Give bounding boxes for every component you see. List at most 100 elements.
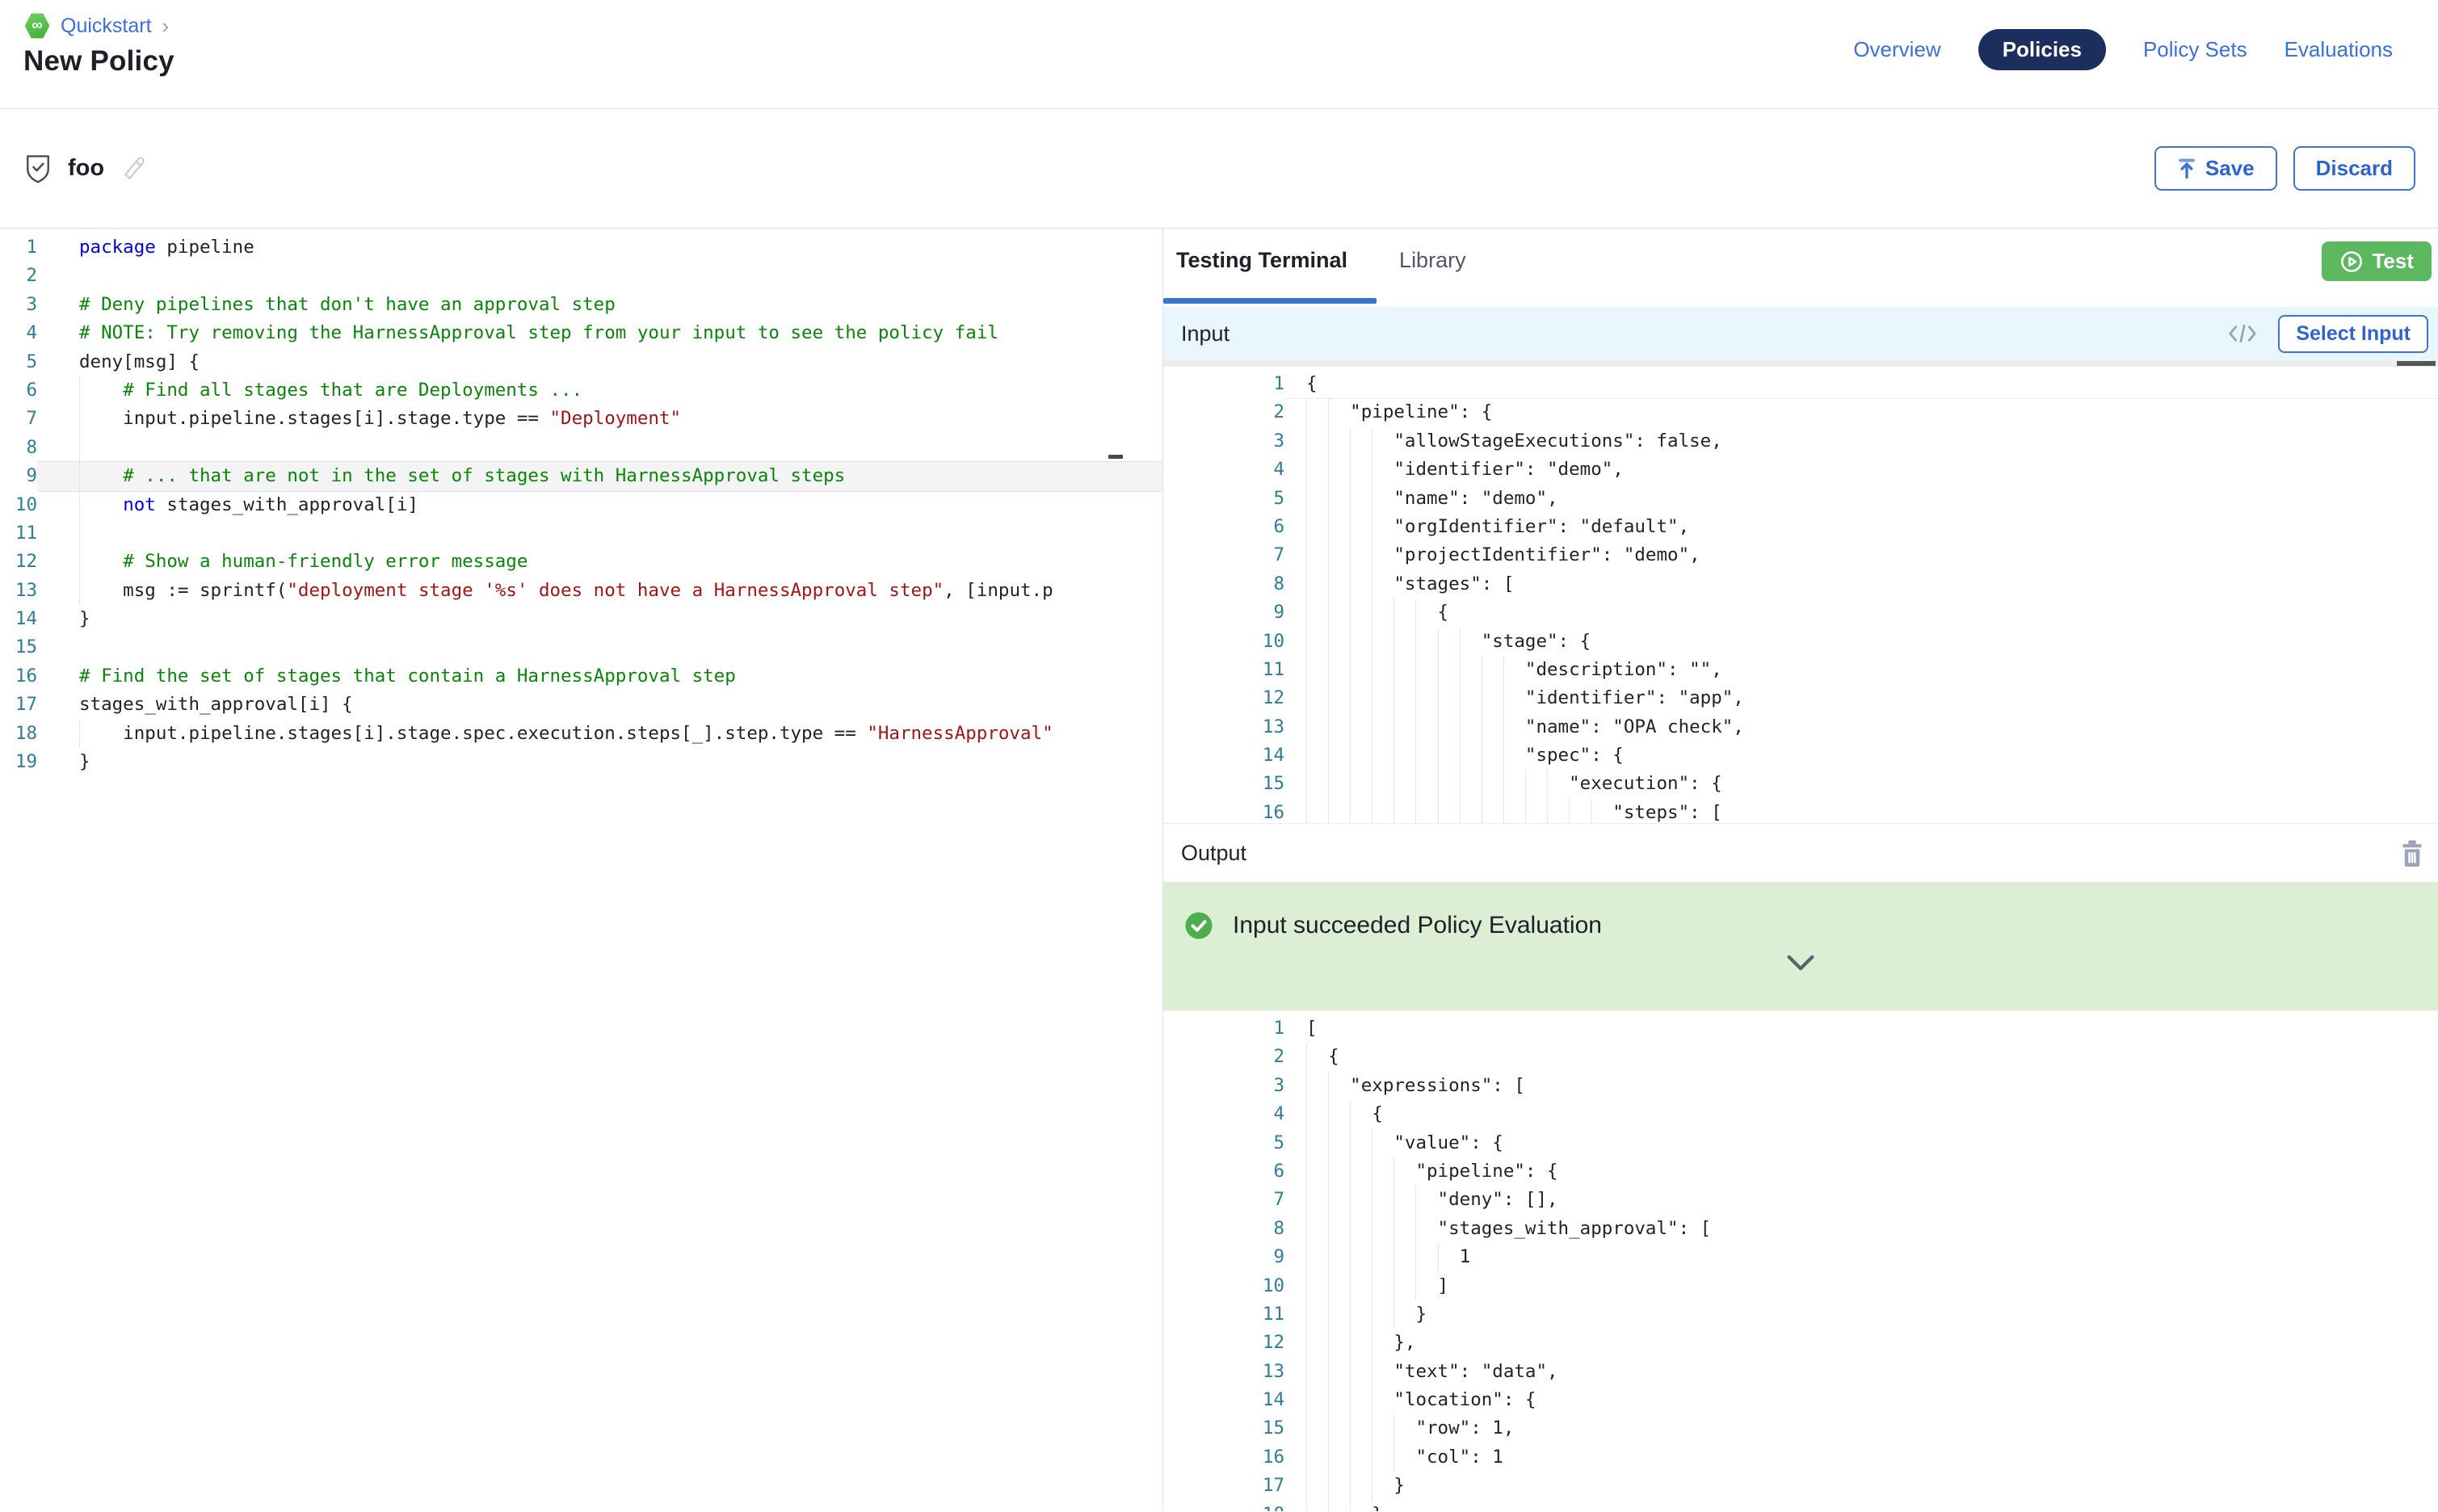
indent-guide: [1350, 1186, 1351, 1214]
policy-code-editor[interactable]: 1package pipeline23# Deny pipelines that…: [0, 229, 1163, 1511]
indent-guide: [1306, 741, 1307, 770]
line-number: 14: [1163, 741, 1284, 770]
indent-guide: [1350, 1272, 1351, 1300]
indent-guide: [1306, 541, 1307, 569]
indent-guide: [1328, 656, 1329, 684]
code-brackets-icon[interactable]: [2228, 322, 2257, 345]
line-number: 8: [0, 434, 37, 462]
indent-guide: [1306, 485, 1307, 513]
indent-guide: [1350, 1414, 1351, 1443]
terminal-tab-testing-terminal[interactable]: Testing Terminal: [1176, 248, 1347, 273]
select-input-button[interactable]: Select Input: [2278, 315, 2428, 353]
code-line: 15 "execution": {: [1163, 770, 2438, 798]
indent-guide: [1393, 741, 1394, 770]
indent-guide: [1350, 1100, 1351, 1128]
indent-guide: [1415, 799, 1416, 823]
line-number: 14: [0, 605, 37, 633]
input-label: Input: [1181, 321, 1230, 346]
line-number: 19: [0, 748, 37, 776]
line-number: 18: [0, 720, 37, 748]
active-tab-underline: [1163, 298, 1377, 304]
code-line: 4 "identifier": "demo",: [1163, 456, 2438, 484]
nav-tab-policies[interactable]: Policies: [1978, 29, 2106, 70]
indent-guide: [1350, 628, 1351, 656]
indent-guide: [1328, 799, 1329, 823]
indent-guide: [1525, 770, 1526, 798]
indent-guide: [1350, 684, 1351, 712]
code-line: 1package pipeline: [0, 233, 1162, 262]
indent-guide: [1350, 1501, 1351, 1511]
indent-guide: [1393, 684, 1394, 712]
page-header: ∞ Quickstart › New Policy OverviewPolici…: [0, 0, 2438, 109]
indent-guide: [1306, 1072, 1307, 1100]
indent-guide: [1306, 570, 1307, 598]
output-json-editor[interactable]: 1[2 {3 "expressions": [4 {5 "value": {6 …: [1163, 1010, 2438, 1511]
indent-guide: [1503, 656, 1504, 684]
indent-guide: [1525, 799, 1526, 823]
breadcrumb-project-link[interactable]: Quickstart: [61, 15, 152, 38]
line-number: 18: [1163, 1501, 1284, 1511]
line-number: 11: [1163, 1300, 1284, 1329]
code-line: 3 "allowStageExecutions": false,: [1163, 427, 2438, 456]
breadcrumb-chevron-icon: ›: [162, 14, 170, 39]
discard-button[interactable]: Discard: [2293, 146, 2415, 191]
indent-guide: [1350, 713, 1351, 741]
indent-guide: [1460, 684, 1461, 712]
line-number: 17: [1163, 1472, 1284, 1500]
code-line: 13 msg := sprintf("deployment stage '%s'…: [0, 577, 1162, 605]
input-json-editor[interactable]: 1{2 "pipeline": {3 "allowStageExecutions…: [1163, 360, 2438, 823]
indent-guide: [1328, 1501, 1329, 1511]
indent-guide: [1328, 1243, 1329, 1271]
indent-guide: [1415, 628, 1416, 656]
testing-panel: Testing Terminal Library Test Input: [1163, 229, 2438, 1511]
code-line: 3 "expressions": [: [1163, 1072, 2438, 1100]
indent-guide: [1393, 799, 1394, 823]
edit-pencil-icon[interactable]: [120, 155, 148, 183]
indent-guide: [1415, 741, 1416, 770]
policy-toolbar: foo Save Discard: [0, 109, 2438, 229]
indent-guide: [1306, 1129, 1307, 1157]
indent-guide: [1328, 1215, 1329, 1243]
line-number: 9: [1163, 1243, 1284, 1271]
indent-guide: [1306, 1414, 1307, 1443]
trash-icon[interactable]: [2399, 839, 2425, 867]
code-line: 5 "value": {: [1163, 1129, 2438, 1157]
code-line: 11 }: [1163, 1300, 2438, 1329]
line-number: 12: [1163, 684, 1284, 712]
line-number: 1: [0, 233, 37, 262]
nav-tab-overview[interactable]: Overview: [1853, 29, 1940, 70]
indent-guide: [1350, 1215, 1351, 1243]
horizontal-scrollbar[interactable]: [1163, 360, 2438, 367]
indent-guide: [1438, 741, 1439, 770]
code-line: 9 1: [1163, 1243, 2438, 1271]
indent-guide: [1415, 684, 1416, 712]
line-number: 3: [1163, 427, 1284, 456]
indent-guide: [1306, 713, 1307, 741]
indent-guide: [1350, 1443, 1351, 1472]
indent-guide: [1328, 513, 1329, 541]
terminal-tab-library[interactable]: Library: [1399, 248, 1466, 273]
code-line: 18 }: [1163, 1501, 2438, 1511]
line-number: 15: [1163, 770, 1284, 798]
indent-guide: [1350, 513, 1351, 541]
output-label: Output: [1181, 841, 1246, 866]
code-line: 8 "stages_with_approval": [: [1163, 1215, 2438, 1243]
scrollbar-thumb[interactable]: [2397, 361, 2436, 366]
code-line: 10 "stage": {: [1163, 628, 2438, 656]
line-number: 13: [0, 577, 37, 605]
code-line: 8 "stages": [: [1163, 570, 2438, 598]
test-button[interactable]: Test: [2322, 242, 2432, 281]
save-button[interactable]: Save: [2154, 146, 2277, 191]
nav-tab-evaluations[interactable]: Evaluations: [2285, 29, 2393, 70]
indent-guide: [1393, 1157, 1394, 1186]
breadcrumb: ∞ Quickstart ›: [24, 13, 169, 39]
indent-guide: [1393, 1443, 1394, 1472]
line-number: 4: [0, 319, 37, 347]
indent-guide: [1328, 427, 1329, 456]
indent-guide: [1328, 456, 1329, 484]
indent-guide: [1328, 1100, 1329, 1128]
indent-guide: [1460, 799, 1461, 823]
nav-tab-policy-sets[interactable]: Policy Sets: [2143, 29, 2247, 70]
chevron-down-icon[interactable]: [1784, 953, 1817, 972]
line-number: 1: [1163, 1014, 1284, 1043]
